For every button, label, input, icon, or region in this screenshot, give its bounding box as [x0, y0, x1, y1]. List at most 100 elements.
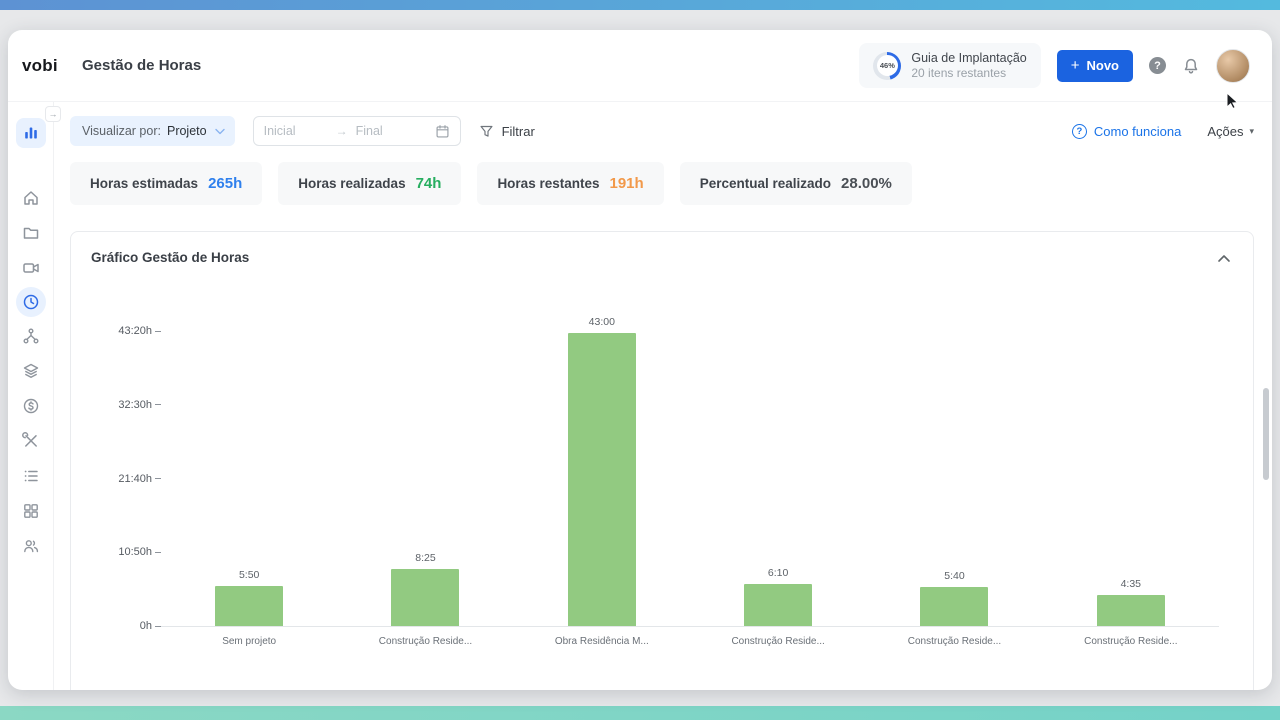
chart-bars: 5:50Sem projeto8:25Construção Reside...4… — [161, 331, 1219, 626]
implementation-guide-widget[interactable]: 46% Guia de Implantação 20 itens restant… — [859, 43, 1040, 89]
layers-icon — [22, 362, 40, 380]
stat-value: 265h — [208, 175, 242, 192]
sidebar-item-payments[interactable] — [21, 396, 41, 416]
y-axis-tick: 43:20h — [91, 325, 161, 337]
chart-bar[interactable]: 6:10 — [744, 584, 812, 626]
stat-card-realized: Horas realizadas 74h — [278, 162, 461, 205]
bar-slot: 4:35Construção Reside... — [1043, 331, 1219, 626]
stat-card-percent: Percentual realizado 28.00% — [680, 162, 912, 205]
sidebar-item-hours[interactable] — [16, 287, 46, 317]
chart-card: Gráfico Gestão de Horas 0h10:50h21:40h32… — [70, 231, 1254, 690]
category-label: Sem projeto — [222, 636, 276, 647]
category-label: Construção Reside... — [379, 636, 472, 647]
new-button-label: Novo — [1087, 58, 1120, 73]
chevron-down-icon — [215, 128, 225, 135]
stats-row: Horas estimadas 265h Horas realizadas 74… — [70, 162, 1254, 205]
chart-bar[interactable]: 5:50 — [215, 586, 283, 626]
sidebar-item-workflow[interactable] — [21, 326, 41, 346]
list-icon — [22, 467, 40, 485]
bar-value-label: 4:35 — [1121, 578, 1141, 595]
category-label: Construção Reside... — [1084, 636, 1177, 647]
bell-icon[interactable] — [1182, 57, 1200, 75]
end-date-input[interactable] — [356, 124, 420, 138]
sidebar-item-finance[interactable] — [21, 361, 41, 381]
guide-title: Guia de Implantação — [911, 50, 1026, 66]
view-by-dropdown[interactable]: Visualizar por: Projeto — [70, 116, 235, 146]
chart-title: Gráfico Gestão de Horas — [91, 250, 249, 265]
start-date-input[interactable] — [264, 124, 328, 138]
y-axis-tick: 10:50h — [91, 546, 161, 558]
app-window: vobi Gestão de Horas 46% Guia de Implant… — [8, 30, 1272, 690]
chart-plot: 0h10:50h21:40h32:30h43:20h5:50Sem projet… — [161, 331, 1219, 627]
filter-toolbar: Visualizar por: Projeto → — [70, 102, 1254, 154]
scrollbar-thumb[interactable] — [1263, 388, 1269, 480]
main-content: Visualizar por: Projeto → — [54, 102, 1272, 690]
sidebar-item-team[interactable] — [21, 536, 41, 556]
calendar-icon — [435, 124, 450, 139]
progress-ring: 46% — [873, 52, 901, 80]
sidebar-expand-button[interactable]: → — [45, 106, 61, 122]
chevron-up-icon[interactable] — [1215, 251, 1233, 265]
chart-bar[interactable]: 43:00 — [568, 333, 636, 626]
chart-bar[interactable]: 4:35 — [1097, 595, 1165, 626]
bar-value-label: 5:50 — [239, 569, 259, 586]
background-top-strip — [0, 0, 1280, 10]
chart-bar[interactable]: 8:25 — [391, 569, 459, 626]
actions-dropdown[interactable]: Ações ▾ — [1207, 124, 1254, 139]
how-it-works-link[interactable]: ? Como funciona — [1072, 124, 1181, 139]
sidebar-item-home[interactable] — [21, 188, 41, 208]
background-bottom-strip — [0, 706, 1280, 720]
stat-value: 191h — [610, 175, 644, 192]
bar-value-label: 6:10 — [768, 567, 788, 584]
tools-icon — [22, 432, 40, 450]
new-button[interactable]: + Novo — [1057, 50, 1133, 82]
stat-label: Horas restantes — [497, 176, 599, 191]
toolbar-right: ? Como funciona Ações ▾ — [1072, 124, 1254, 139]
y-axis-tick: 32:30h — [91, 399, 161, 411]
chart-header: Gráfico Gestão de Horas — [91, 250, 1233, 265]
workflow-icon — [22, 327, 40, 345]
clock-icon — [22, 293, 40, 311]
apps-grid-icon — [22, 502, 40, 520]
avatar[interactable] — [1216, 49, 1250, 83]
caret-down-icon: ▾ — [1249, 126, 1254, 137]
filter-label: Filtrar — [502, 124, 535, 139]
view-by-label: Visualizar por: — [82, 124, 161, 138]
folder-icon — [22, 224, 40, 242]
page-title: Gestão de Horas — [82, 57, 201, 74]
view-by-value: Projeto — [167, 124, 207, 138]
bar-slot: 5:40Construção Reside... — [866, 331, 1042, 626]
category-label: Obra Residência M... — [555, 636, 649, 647]
video-camera-icon — [22, 259, 40, 277]
date-range-input[interactable]: → — [253, 116, 461, 146]
stat-card-remaining: Horas restantes 191h — [477, 162, 663, 205]
coin-icon — [22, 397, 40, 415]
home-icon — [22, 189, 40, 207]
funnel-icon — [479, 124, 494, 139]
sidebar-item-dashboard[interactable] — [16, 118, 46, 148]
filter-button[interactable]: Filtrar — [479, 124, 535, 139]
y-axis-tick: 0h — [91, 620, 161, 632]
sidebar-item-tools[interactable] — [21, 431, 41, 451]
question-circle-icon: ? — [1072, 124, 1087, 139]
stat-value: 28.00% — [841, 175, 892, 192]
sidebar-item-list[interactable] — [21, 466, 41, 486]
plus-icon: + — [1071, 57, 1080, 74]
progress-percent: 46% — [877, 55, 898, 76]
how-it-works-label: Como funciona — [1094, 124, 1181, 139]
chart-bar[interactable]: 5:40 — [920, 587, 988, 626]
sidebar-nav — [16, 188, 46, 556]
sidebar-item-projects[interactable] — [21, 223, 41, 243]
category-label: Construção Reside... — [908, 636, 1001, 647]
category-label: Construção Reside... — [731, 636, 824, 647]
topbar-actions: 46% Guia de Implantação 20 itens restant… — [859, 43, 1250, 89]
help-icon[interactable]: ? — [1149, 57, 1166, 74]
sidebar-item-apps[interactable] — [21, 501, 41, 521]
stat-label: Horas realizadas — [298, 176, 405, 191]
stat-value: 74h — [416, 175, 442, 192]
sidebar-item-media[interactable] — [21, 258, 41, 278]
stat-label: Horas estimadas — [90, 176, 198, 191]
bar-slot: 43:00Obra Residência M... — [514, 331, 690, 626]
guide-subtitle: 20 itens restantes — [911, 66, 1026, 82]
sidebar: → — [8, 102, 54, 690]
